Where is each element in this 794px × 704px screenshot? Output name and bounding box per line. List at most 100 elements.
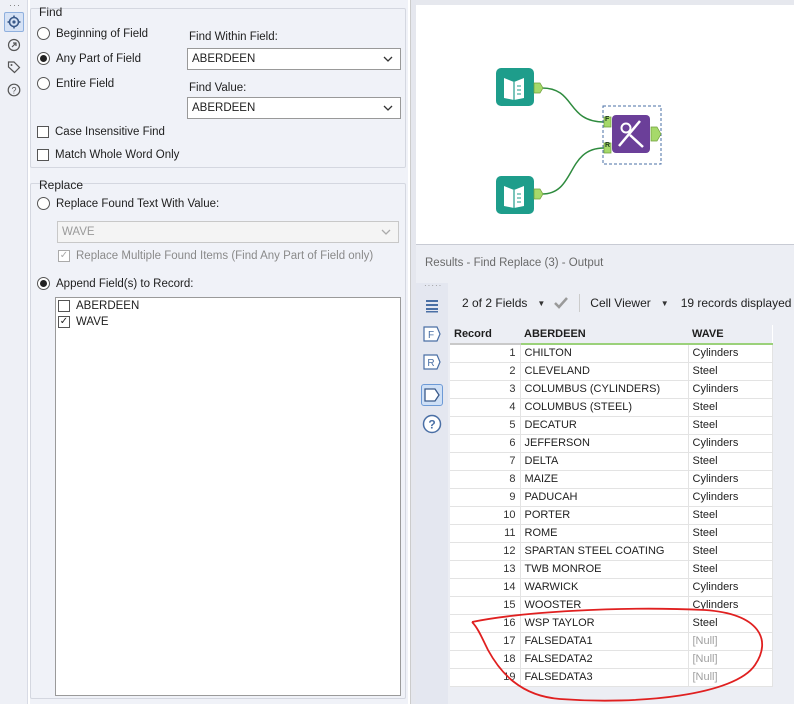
wave-cell[interactable]: Cylinders [688, 596, 773, 615]
input-data-tool[interactable] [496, 176, 544, 214]
radio-button[interactable] [37, 52, 50, 65]
wave-cell[interactable]: Cylinders [688, 470, 773, 489]
aberdeen-cell[interactable]: SPARTAN STEEL COATING [520, 542, 689, 561]
record-number-cell[interactable]: 14 [450, 578, 521, 597]
table-row[interactable]: 13 TWB MONROE Steel [450, 560, 773, 579]
record-number-cell[interactable]: 10 [450, 506, 521, 525]
table-row[interactable]: 4 COLUMBUS (STEEL) Steel [450, 398, 773, 417]
table-row[interactable]: 18 FALSEDATA2 [Null] [450, 650, 773, 669]
table-row[interactable]: 12 SPARTAN STEEL COATING Steel [450, 542, 773, 561]
record-number-cell[interactable]: 16 [450, 614, 521, 633]
wave-cell[interactable]: Cylinders [688, 488, 773, 507]
wave-cell[interactable]: Steel [688, 524, 773, 543]
aberdeen-cell[interactable]: WARWICK [520, 578, 689, 597]
table-row[interactable]: 9 PADUCAH Cylinders [450, 488, 773, 507]
workflow-canvas[interactable]: F R [416, 0, 794, 244]
wave-cell[interactable]: Cylinders [688, 380, 773, 399]
connection-icon[interactable] [4, 35, 24, 55]
list-icon[interactable] [421, 295, 443, 317]
radio-any-part-of-field[interactable]: Any Part of Field [37, 52, 141, 65]
record-number-cell[interactable]: 13 [450, 560, 521, 579]
find-value-dropdown[interactable]: ABERDEEN [187, 97, 401, 119]
aberdeen-cell[interactable]: COLUMBUS (CYLINDERS) [520, 380, 689, 399]
radio-button[interactable] [37, 197, 50, 210]
wave-cell[interactable]: [Null] [688, 650, 773, 669]
aberdeen-cell[interactable]: TWB MONROE [520, 560, 689, 579]
table-row[interactable]: 16 WSP TAYLOR Steel [450, 614, 773, 633]
record-number-cell[interactable]: 6 [450, 434, 521, 453]
case-insensitive-checkbox[interactable]: Case Insensitive Find [37, 126, 165, 138]
table-row[interactable]: 3 COLUMBUS (CYLINDERS) Cylinders [450, 380, 773, 399]
table-row[interactable]: 11 ROME Steel [450, 524, 773, 543]
record-number-cell[interactable]: 4 [450, 398, 521, 417]
table-row[interactable]: 6 JEFFERSON Cylinders [450, 434, 773, 453]
help-icon[interactable]: ? [421, 413, 443, 435]
radio-replace-found-text[interactable]: Replace Found Text With Value: [37, 197, 219, 210]
f-anchor-icon[interactable]: F [421, 323, 443, 345]
aberdeen-cell[interactable]: FALSEDATA1 [520, 632, 689, 651]
record-number-cell[interactable]: 9 [450, 488, 521, 507]
results-grid[interactable]: Record ABERDEEN WAVE 1 CHILTON Cylinders 2 C… [450, 325, 773, 687]
checkbox[interactable] [58, 300, 70, 312]
table-row[interactable]: 8 MAIZE Cylinders [450, 470, 773, 489]
r-anchor-icon[interactable]: R [421, 351, 443, 373]
table-row[interactable]: 17 FALSEDATA1 [Null] [450, 632, 773, 651]
cell-viewer-selector[interactable]: Cell Viewer ▼ [590, 296, 668, 310]
record-number-cell[interactable]: 3 [450, 380, 521, 399]
wave-cell[interactable]: Steel [688, 452, 773, 471]
aberdeen-cell[interactable]: DECATUR [520, 416, 689, 435]
wave-cell[interactable]: Steel [688, 398, 773, 417]
aberdeen-cell[interactable]: JEFFERSON [520, 434, 689, 453]
wave-cell[interactable]: Steel [688, 416, 773, 435]
fields-selector[interactable]: 2 of 2 Fields ▼ [462, 296, 545, 310]
record-number-cell[interactable]: 11 [450, 524, 521, 543]
append-fields-list[interactable]: ABERDEEN ✓ WAVE [55, 297, 401, 696]
apply-checkmark-button[interactable] [553, 296, 569, 310]
record-number-cell[interactable]: 8 [450, 470, 521, 489]
wave-cell[interactable]: Steel [688, 542, 773, 561]
replace-value-dropdown[interactable]: WAVE [57, 221, 399, 243]
wave-cell[interactable]: Steel [688, 362, 773, 381]
radio-entire-field[interactable]: Entire Field [37, 77, 114, 90]
record-number-cell[interactable]: 2 [450, 362, 521, 381]
record-number-cell[interactable]: 5 [450, 416, 521, 435]
aberdeen-cell[interactable]: WSP TAYLOR [520, 614, 689, 633]
find-replace-tool[interactable] [602, 105, 662, 165]
aberdeen-cell[interactable]: PORTER [520, 506, 689, 525]
radio-button[interactable] [37, 27, 50, 40]
help-icon[interactable]: ? [4, 80, 24, 100]
wave-cell[interactable]: Steel [688, 614, 773, 633]
aberdeen-cell[interactable]: PADUCAH [520, 488, 689, 507]
aberdeen-cell[interactable]: CHILTON [520, 344, 689, 363]
replace-multiple-checkbox[interactable]: ✓ Replace Multiple Found Items (Find Any… [58, 250, 373, 262]
table-row[interactable]: 14 WARWICK Cylinders [450, 578, 773, 597]
checkbox[interactable] [37, 149, 49, 161]
wave-cell[interactable]: Cylinders [688, 344, 773, 363]
checkbox[interactable]: ✓ [58, 250, 70, 262]
record-number-cell[interactable]: 15 [450, 596, 521, 615]
output-anchor-icon[interactable] [421, 384, 443, 406]
wave-cell[interactable]: [Null] [688, 632, 773, 651]
aberdeen-cell[interactable]: DELTA [520, 452, 689, 471]
aberdeen-cell[interactable]: COLUMBUS (STEEL) [520, 398, 689, 417]
aberdeen-cell[interactable]: CLEVELAND [520, 362, 689, 381]
radio-append-fields[interactable]: Append Field(s) to Record: [37, 277, 193, 290]
gear-icon[interactable] [4, 12, 24, 32]
record-number-cell[interactable]: 7 [450, 452, 521, 471]
checkbox[interactable]: ✓ [58, 316, 70, 328]
input-data-tool[interactable] [496, 68, 544, 106]
radio-button[interactable] [37, 277, 50, 290]
record-number-cell[interactable]: 17 [450, 632, 521, 651]
table-row[interactable]: 2 CLEVELAND Steel [450, 362, 773, 381]
table-row[interactable]: 10 PORTER Steel [450, 506, 773, 525]
column-header-aberdeen[interactable]: ABERDEEN [520, 325, 688, 345]
record-number-cell[interactable]: 18 [450, 650, 521, 669]
aberdeen-cell[interactable]: FALSEDATA2 [520, 650, 689, 669]
list-item[interactable]: ✓ WAVE [56, 314, 400, 330]
table-row[interactable]: 19 FALSEDATA3 [Null] [450, 668, 773, 687]
drag-handle-icon[interactable]: ··· [9, 0, 21, 10]
list-item[interactable]: ABERDEEN [56, 298, 400, 314]
radio-beginning-of-field[interactable]: Beginning of Field [37, 27, 148, 40]
match-whole-word-checkbox[interactable]: Match Whole Word Only [37, 149, 179, 161]
table-row[interactable]: 15 WOOSTER Cylinders [450, 596, 773, 615]
